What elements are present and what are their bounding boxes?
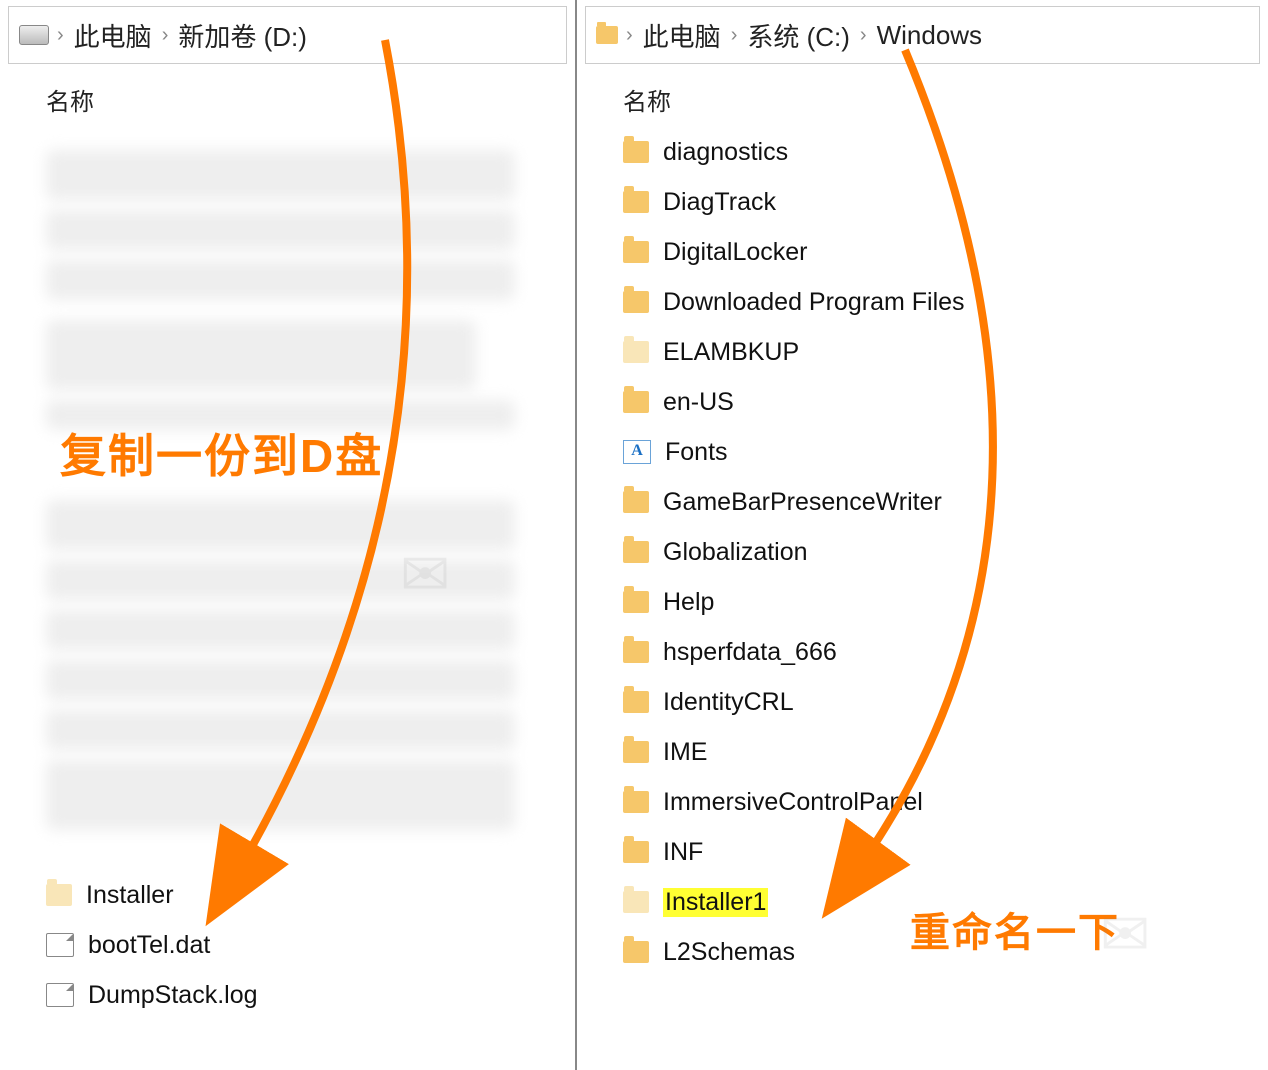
list-item[interactable]: GameBarPresenceWriter bbox=[623, 477, 1268, 527]
list-item[interactable]: Fonts bbox=[623, 427, 1268, 477]
folder-icon bbox=[623, 741, 649, 763]
list-item[interactable]: bootTel.dat bbox=[46, 920, 258, 970]
folder-icon bbox=[623, 591, 649, 613]
folder-icon bbox=[623, 491, 649, 513]
item-name: hsperfdata_666 bbox=[663, 638, 837, 667]
redacted-row bbox=[46, 260, 515, 300]
list-item[interactable]: Installer1 bbox=[623, 877, 1268, 927]
folder-icon bbox=[596, 26, 618, 44]
folder-icon bbox=[623, 891, 649, 913]
item-name: INF bbox=[663, 838, 703, 867]
list-item[interactable]: Globalization bbox=[623, 527, 1268, 577]
breadcrumb-segment[interactable]: 系统 (C:) bbox=[741, 17, 856, 54]
chevron-right-icon[interactable]: › bbox=[53, 24, 68, 47]
item-name: GameBarPresenceWriter bbox=[663, 488, 942, 517]
item-name: L2Schemas bbox=[663, 938, 795, 967]
file-icon bbox=[46, 933, 74, 957]
column-header-name[interactable]: 名称 bbox=[46, 82, 575, 117]
item-name: diagnostics bbox=[663, 138, 788, 167]
list-item[interactable]: hsperfdata_666 bbox=[623, 627, 1268, 677]
redacted-row bbox=[46, 500, 515, 550]
explorer-pane-c-windows: › 此电脑 › 系统 (C:) › Windows 名称 diagnostics… bbox=[575, 0, 1268, 1070]
chevron-right-icon[interactable]: › bbox=[856, 24, 871, 47]
redacted-row bbox=[46, 560, 515, 600]
item-name: DiagTrack bbox=[663, 188, 776, 217]
breadcrumb[interactable]: › 此电脑 › 系统 (C:) › Windows bbox=[585, 6, 1260, 64]
item-name: Globalization bbox=[663, 538, 808, 567]
breadcrumb-segment[interactable]: 此电脑 bbox=[68, 17, 158, 54]
folder-icon bbox=[623, 141, 649, 163]
folder-icon bbox=[623, 391, 649, 413]
list-item[interactable]: IME bbox=[623, 727, 1268, 777]
item-name: ELAMBKUP bbox=[663, 338, 799, 367]
list-item[interactable]: ImmersiveControlPanel bbox=[623, 777, 1268, 827]
breadcrumb[interactable]: › 此电脑 › 新加卷 (D:) bbox=[8, 6, 567, 64]
item-name: DigitalLocker bbox=[663, 238, 808, 267]
file-icon bbox=[46, 983, 74, 1007]
drive-icon bbox=[19, 25, 49, 45]
folder-icon bbox=[623, 691, 649, 713]
folder-icon bbox=[623, 641, 649, 663]
item-name: DumpStack.log bbox=[88, 981, 258, 1010]
chevron-right-icon[interactable]: › bbox=[622, 24, 637, 47]
item-name: en-US bbox=[663, 388, 734, 417]
breadcrumb-segment[interactable]: 此电脑 bbox=[637, 17, 727, 54]
folder-icon bbox=[623, 941, 649, 963]
list-item[interactable]: ELAMBKUP bbox=[623, 327, 1268, 377]
list-item[interactable]: diagnostics bbox=[623, 127, 1268, 177]
folder-icon bbox=[623, 541, 649, 563]
list-item[interactable]: DiagTrack bbox=[623, 177, 1268, 227]
redacted-row bbox=[46, 760, 515, 830]
folder-icon bbox=[623, 791, 649, 813]
folder-icon bbox=[623, 191, 649, 213]
item-name: IME bbox=[663, 738, 707, 767]
redacted-row bbox=[46, 320, 476, 390]
list-item[interactable]: Installer bbox=[46, 870, 258, 920]
item-name: Help bbox=[663, 588, 714, 617]
item-name: Installer bbox=[86, 881, 174, 910]
folder-icon bbox=[623, 241, 649, 263]
folder-icon bbox=[623, 291, 649, 313]
breadcrumb-segment[interactable]: Windows bbox=[871, 20, 988, 51]
list-item[interactable]: Help bbox=[623, 577, 1268, 627]
list-item[interactable]: Downloaded Program Files bbox=[623, 277, 1268, 327]
list-item[interactable]: IdentityCRL bbox=[623, 677, 1268, 727]
list-item[interactable]: L2Schemas bbox=[623, 927, 1268, 977]
explorer-pane-d-drive: › 此电脑 › 新加卷 (D:) 名称 Installer bootTel.da… bbox=[0, 0, 575, 1070]
item-name: IdentityCRL bbox=[663, 688, 794, 717]
chevron-right-icon[interactable]: › bbox=[158, 24, 173, 47]
redacted-row bbox=[46, 400, 515, 430]
column-header-name[interactable]: 名称 bbox=[623, 82, 1268, 117]
redacted-row bbox=[46, 660, 515, 700]
list-item[interactable]: en-US bbox=[623, 377, 1268, 427]
item-name: bootTel.dat bbox=[88, 931, 210, 960]
list-item[interactable]: DumpStack.log bbox=[46, 970, 258, 1020]
list-item[interactable]: INF bbox=[623, 827, 1268, 877]
folder-icon bbox=[46, 884, 72, 906]
redacted-row bbox=[46, 710, 515, 750]
item-name: Installer1 bbox=[663, 888, 768, 917]
redacted-row bbox=[46, 150, 515, 200]
redacted-row bbox=[46, 610, 515, 650]
redacted-row bbox=[46, 210, 515, 250]
chevron-right-icon[interactable]: › bbox=[727, 24, 742, 47]
list-item[interactable]: DigitalLocker bbox=[623, 227, 1268, 277]
fonts-icon bbox=[623, 440, 651, 464]
breadcrumb-segment[interactable]: 新加卷 (D:) bbox=[172, 17, 313, 54]
item-name: ImmersiveControlPanel bbox=[663, 788, 923, 817]
folder-icon bbox=[623, 341, 649, 363]
folder-icon bbox=[623, 841, 649, 863]
item-name: Downloaded Program Files bbox=[663, 288, 965, 317]
item-name: Fonts bbox=[665, 438, 728, 467]
